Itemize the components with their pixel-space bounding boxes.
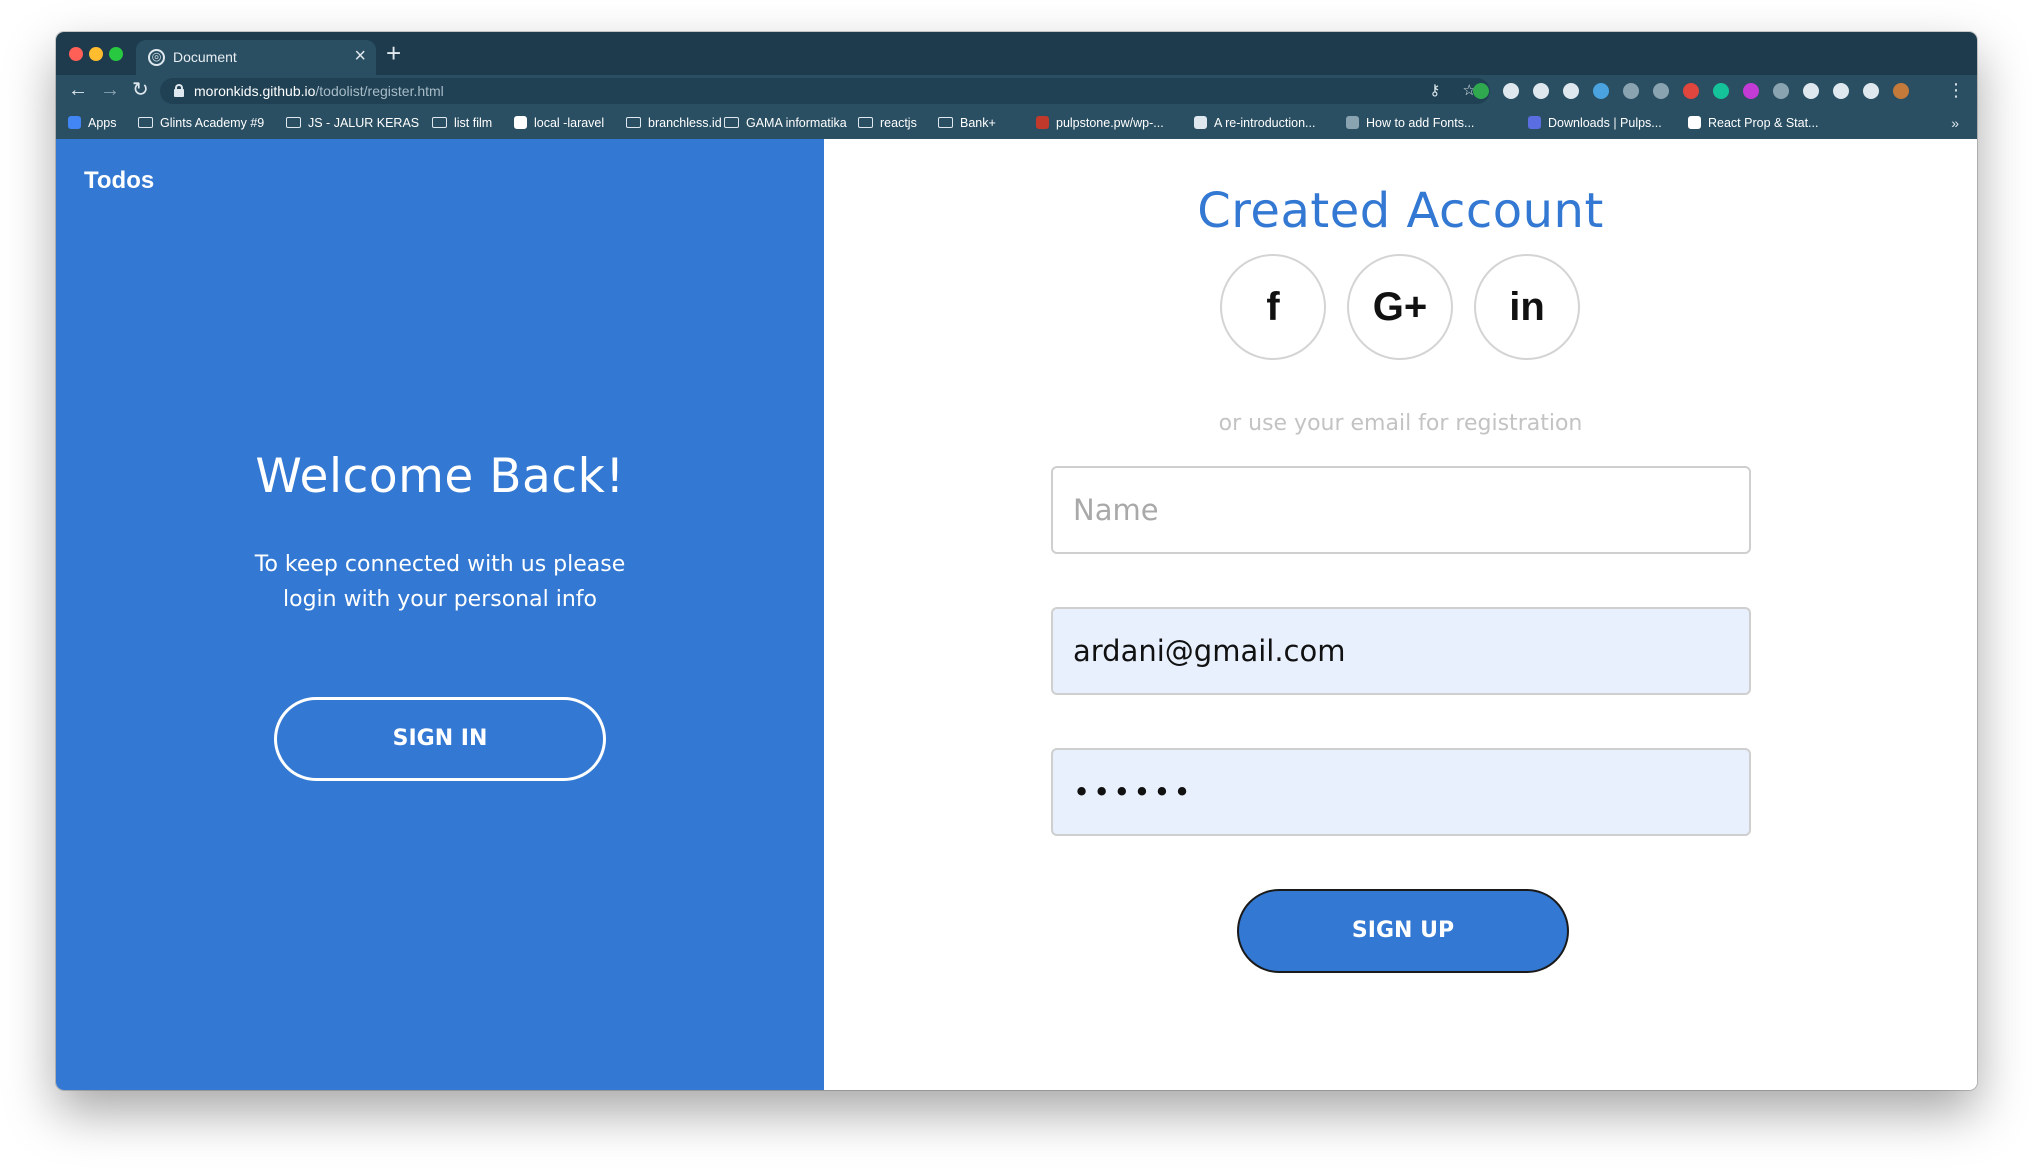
page-icon xyxy=(514,116,527,129)
extension-icon[interactable] xyxy=(1473,83,1489,99)
extension-icon[interactable] xyxy=(1503,83,1519,99)
extension-icon[interactable] xyxy=(1893,83,1909,99)
bookmarks-bar: » Apps Glints Academy #9 JS - JALUR KERAS l… xyxy=(56,107,1977,139)
bookmark-12[interactable]: Downloads | Pulps... xyxy=(1528,107,1662,139)
bookmark-0[interactable]: Apps xyxy=(68,107,117,139)
address-bar[interactable]: moronkids.github.io/todolist/register.ht… xyxy=(160,78,1490,104)
browser-window: ◎ Document × + ← → ↻ moronkids.github.io… xyxy=(56,32,1977,1090)
reload-button[interactable]: ↻ xyxy=(132,78,149,102)
bookmark-label: branchless.id xyxy=(648,116,722,130)
extension-icon[interactable] xyxy=(1593,83,1609,99)
bookmark-label: Apps xyxy=(88,116,117,130)
globe-icon: ◎ xyxy=(148,49,165,66)
bookmark-label: React Prop & Stat... xyxy=(1708,116,1819,130)
url-text[interactable]: moronkids.github.io/todolist/register.ht… xyxy=(194,82,444,100)
bookmark-label: How to add Fonts... xyxy=(1366,116,1475,130)
new-tab-button[interactable]: + xyxy=(386,39,401,67)
name-field[interactable] xyxy=(1051,466,1751,554)
bookmark-label: JS - JALUR KERAS xyxy=(308,116,420,130)
mdn-icon xyxy=(1194,116,1207,129)
bookmark-label: Bank+ xyxy=(960,116,996,130)
extensions-area xyxy=(1466,79,1916,103)
facebook-button[interactable]: f xyxy=(1220,254,1326,360)
bookmark-label: Glints Academy #9 xyxy=(160,116,265,130)
bookmarks-overflow-icon[interactable]: » xyxy=(1951,107,1959,139)
linkedin-button[interactable]: in xyxy=(1474,254,1580,360)
bookmark-label: pulpstone.pw/wp-... xyxy=(1056,116,1164,130)
sign-up-button[interactable]: SIGN UP xyxy=(1237,889,1569,973)
bookmark-2[interactable]: JS - JALUR KERAS xyxy=(286,107,419,139)
folder-icon xyxy=(858,117,873,128)
extension-icon[interactable] xyxy=(1773,83,1789,99)
url-path: /todolist/register.html xyxy=(315,83,444,99)
url-host: moronkids.github.io xyxy=(194,83,316,99)
key-icon[interactable]: ⚷ xyxy=(1429,82,1440,99)
bookmark-11[interactable]: How to add Fonts... xyxy=(1346,107,1474,139)
browser-menu-icon[interactable]: ⋮ xyxy=(1947,79,1965,101)
tab-title: Document xyxy=(173,49,237,65)
bookmark-1[interactable]: Glints Academy #9 xyxy=(138,107,264,139)
extension-icon[interactable] xyxy=(1803,83,1819,99)
bookmark-label: A re-introduction... xyxy=(1214,116,1316,130)
extension-icon[interactable] xyxy=(1863,83,1879,99)
tab-close-icon[interactable]: × xyxy=(354,46,366,66)
welcome-subtext: To keep connected with us please login w… xyxy=(254,552,626,612)
welcome-panel: Todos Welcome Back! To keep connected wi… xyxy=(56,139,824,1090)
extension-icon[interactable] xyxy=(1713,83,1729,99)
folder-icon xyxy=(432,117,447,128)
bookmark-8[interactable]: Bank+ xyxy=(938,107,996,139)
extension-icon[interactable] xyxy=(1563,83,1579,99)
extension-icon[interactable] xyxy=(1623,83,1639,99)
sign-in-button[interactable]: SIGN IN xyxy=(274,697,606,781)
close-window-button[interactable] xyxy=(69,47,83,61)
form-title: Created Account xyxy=(1197,183,1604,239)
password-field[interactable] xyxy=(1051,748,1751,836)
extension-icon[interactable] xyxy=(1653,83,1669,99)
browser-toolbar: ← → ↻ moronkids.github.io/todolist/regis… xyxy=(56,75,1977,107)
bookmark-10[interactable]: A re-introduction... xyxy=(1194,107,1315,139)
google-plus-button[interactable]: G+ xyxy=(1347,254,1453,360)
bookmark-label: Downloads | Pulps... xyxy=(1548,116,1662,130)
extension-icon[interactable] xyxy=(1833,83,1849,99)
tab-strip: ◎ Document × + xyxy=(56,32,1977,75)
folder-icon xyxy=(724,117,739,128)
bookmark-13[interactable]: React Prop & Stat... xyxy=(1688,107,1818,139)
bookmark-3[interactable]: list film xyxy=(432,107,492,139)
medium-icon xyxy=(1688,116,1701,129)
forward-button[interactable]: → xyxy=(100,78,120,102)
pulpstone-icon xyxy=(1036,116,1049,129)
back-button[interactable]: ← xyxy=(68,78,88,102)
bookmark-label: local -laravel xyxy=(534,116,605,130)
bookmark-7[interactable]: reactjs xyxy=(858,107,917,139)
folder-icon xyxy=(938,117,953,128)
bookmark-5[interactable]: branchless.id xyxy=(626,107,722,139)
minimize-window-button[interactable] xyxy=(89,47,103,61)
registration-hint: or use your email for registration xyxy=(1218,411,1583,436)
browser-tab[interactable]: ◎ Document × xyxy=(136,40,376,75)
bookmark-9[interactable]: pulpstone.pw/wp-... xyxy=(1036,107,1164,139)
lock-icon xyxy=(174,84,184,97)
email-field[interactable] xyxy=(1051,607,1751,695)
extension-icon[interactable] xyxy=(1533,83,1549,99)
extension-icon[interactable] xyxy=(1683,83,1699,99)
brand-logo[interactable]: Todos xyxy=(84,167,154,195)
bookmark-label: GAMA informatika xyxy=(746,116,847,130)
bookmark-label: list film xyxy=(454,116,493,130)
bookmark-4[interactable]: local -laravel xyxy=(514,107,604,139)
globe-icon xyxy=(1346,116,1359,129)
maximize-window-button[interactable] xyxy=(109,47,123,61)
bookmark-6[interactable]: GAMA informatika xyxy=(724,107,847,139)
register-panel: Created Account f G+ in or use your emai… xyxy=(824,139,1977,1090)
bookmark-label: reactjs xyxy=(880,116,917,130)
page-content: Todos Welcome Back! To keep connected wi… xyxy=(56,139,1977,1090)
folder-icon xyxy=(286,117,301,128)
extension-icon[interactable] xyxy=(1743,83,1759,99)
folder-icon xyxy=(138,117,153,128)
folder-icon xyxy=(626,117,641,128)
apps-grid-icon xyxy=(68,116,81,129)
shield-icon xyxy=(1528,116,1541,129)
welcome-heading: Welcome Back! xyxy=(255,449,625,504)
